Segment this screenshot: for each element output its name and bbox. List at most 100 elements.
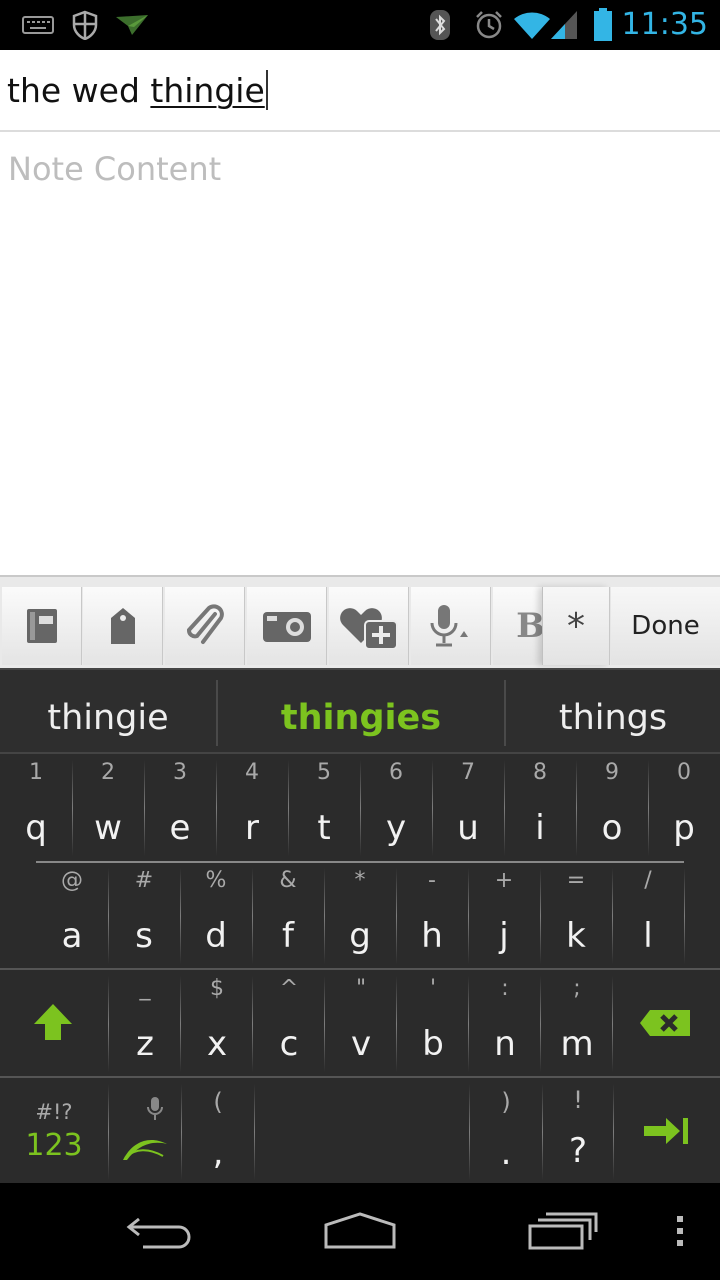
key-label: u	[457, 808, 479, 848]
key-alt-label: 0	[677, 760, 691, 785]
key-separator	[469, 1084, 470, 1180]
key-label: z	[136, 1024, 154, 1064]
formatting-toolbar: B * Done	[0, 575, 720, 668]
key-separator	[613, 1084, 614, 1180]
key-alt-label: &	[279, 868, 297, 893]
home-button[interactable]	[310, 1201, 410, 1261]
ink-button[interactable]	[329, 587, 409, 665]
key-alt-label: :	[501, 976, 509, 1001]
key-y[interactable]: 6y	[360, 754, 432, 860]
key-label: o	[601, 808, 623, 848]
symbols-key-alt: #!?	[35, 1100, 73, 1124]
shift-key[interactable]	[0, 970, 108, 1076]
key-s[interactable]: # s	[108, 862, 180, 968]
comma-key[interactable]: ( ,	[182, 1078, 254, 1183]
camera-button[interactable]	[247, 587, 327, 665]
tag-button[interactable]	[83, 587, 163, 665]
key-p[interactable]: 0p	[648, 754, 720, 860]
suggestion-right[interactable]: things	[506, 670, 720, 756]
key-label: v	[350, 1024, 372, 1064]
key-v[interactable]: " v	[325, 970, 397, 1076]
suggestion-left[interactable]: thingie	[0, 670, 216, 756]
star-button[interactable]: *	[542, 587, 610, 665]
space-key[interactable]	[255, 1078, 469, 1183]
camera-icon	[262, 612, 311, 642]
key-m[interactable]: ; m	[541, 970, 613, 1076]
paperclip-icon	[186, 604, 224, 644]
swype-key[interactable]	[109, 1078, 181, 1183]
key-alt-label: 5	[317, 760, 331, 785]
key-separator	[144, 760, 145, 856]
key-f[interactable]: & f	[252, 862, 324, 968]
key-separator	[612, 868, 613, 964]
notebook-button[interactable]	[2, 587, 82, 665]
key-x[interactable]: $ x	[181, 970, 253, 1076]
attach-button[interactable]	[165, 587, 245, 665]
key-z[interactable]: _ z	[109, 970, 181, 1076]
key-j[interactable]: + j	[468, 862, 540, 968]
note-content-field[interactable]: Note Content	[0, 134, 720, 575]
key-separator	[72, 760, 73, 856]
key-r[interactable]: 4r	[216, 754, 288, 860]
key-alt-label: *	[354, 868, 366, 893]
key-separator	[324, 976, 325, 1072]
wifi-icon	[512, 0, 552, 50]
navigation-bar	[0, 1183, 720, 1280]
question-key-label: ?	[568, 1131, 588, 1171]
key-alt-label: #	[134, 868, 154, 893]
audio-button[interactable]	[411, 587, 491, 665]
key-t[interactable]: 5t	[288, 754, 360, 860]
key-d[interactable]: % d	[180, 862, 252, 968]
battery-icon	[590, 0, 616, 50]
key-alt-label: 7	[461, 760, 475, 785]
key-q[interactable]: 1q	[0, 754, 72, 860]
done-button[interactable]: Done	[611, 587, 720, 665]
key-alt-label: %	[205, 868, 227, 893]
text-caret	[265, 70, 268, 110]
enter-key[interactable]	[614, 1078, 720, 1183]
bluetooth-icon	[427, 0, 453, 50]
key-alt-label: /	[644, 868, 652, 893]
key-c[interactable]: ^ c	[253, 970, 325, 1076]
key-o[interactable]: 9o	[576, 754, 648, 860]
recents-icon	[528, 1212, 598, 1250]
key-alt-label: "	[355, 976, 367, 1001]
key-l[interactable]: / l	[612, 862, 684, 968]
key-u[interactable]: 7u	[432, 754, 504, 860]
recents-button[interactable]	[512, 1201, 612, 1261]
key-label: n	[494, 1024, 516, 1064]
key-separator	[540, 976, 541, 1072]
symbols-key[interactable]: #!? 123	[0, 1078, 108, 1183]
backspace-key[interactable]	[614, 970, 720, 1076]
key-h[interactable]: -h	[396, 862, 468, 968]
key-k[interactable]: = k	[540, 862, 612, 968]
key-b[interactable]: ' b	[397, 970, 469, 1076]
key-n[interactable]: :n	[469, 970, 541, 1076]
key-i[interactable]: 8i	[504, 754, 576, 860]
key-alt-label: ;	[573, 976, 581, 1001]
paper-plane-icon	[112, 0, 152, 50]
key-separator	[396, 976, 397, 1072]
period-key[interactable]: ) .	[470, 1078, 542, 1183]
key-alt-label: 4	[245, 760, 259, 785]
key-separator	[468, 868, 469, 964]
bold-button[interactable]: B	[493, 587, 543, 665]
key-label: h	[421, 916, 443, 956]
key-a[interactable]: @ a	[36, 862, 108, 968]
key-g[interactable]: * g	[324, 862, 396, 968]
microphone-icon	[430, 605, 468, 647]
key-separator	[540, 868, 541, 964]
question-key[interactable]: ! ?	[543, 1078, 613, 1183]
key-separator	[324, 868, 325, 964]
menu-button[interactable]	[660, 1201, 700, 1261]
key-label: w	[94, 808, 122, 848]
key-e[interactable]: 3e	[144, 754, 216, 860]
suggestion-center[interactable]: thingies	[218, 670, 504, 756]
key-w[interactable]: 2w	[72, 754, 144, 860]
note-title-composing-word: thingie	[150, 71, 265, 110]
back-button[interactable]	[110, 1201, 210, 1261]
key-label: s	[135, 916, 153, 956]
key-alt-label: 8	[533, 760, 547, 785]
note-title-field[interactable]: the wed thingie	[0, 50, 720, 132]
key-separator	[648, 760, 649, 856]
